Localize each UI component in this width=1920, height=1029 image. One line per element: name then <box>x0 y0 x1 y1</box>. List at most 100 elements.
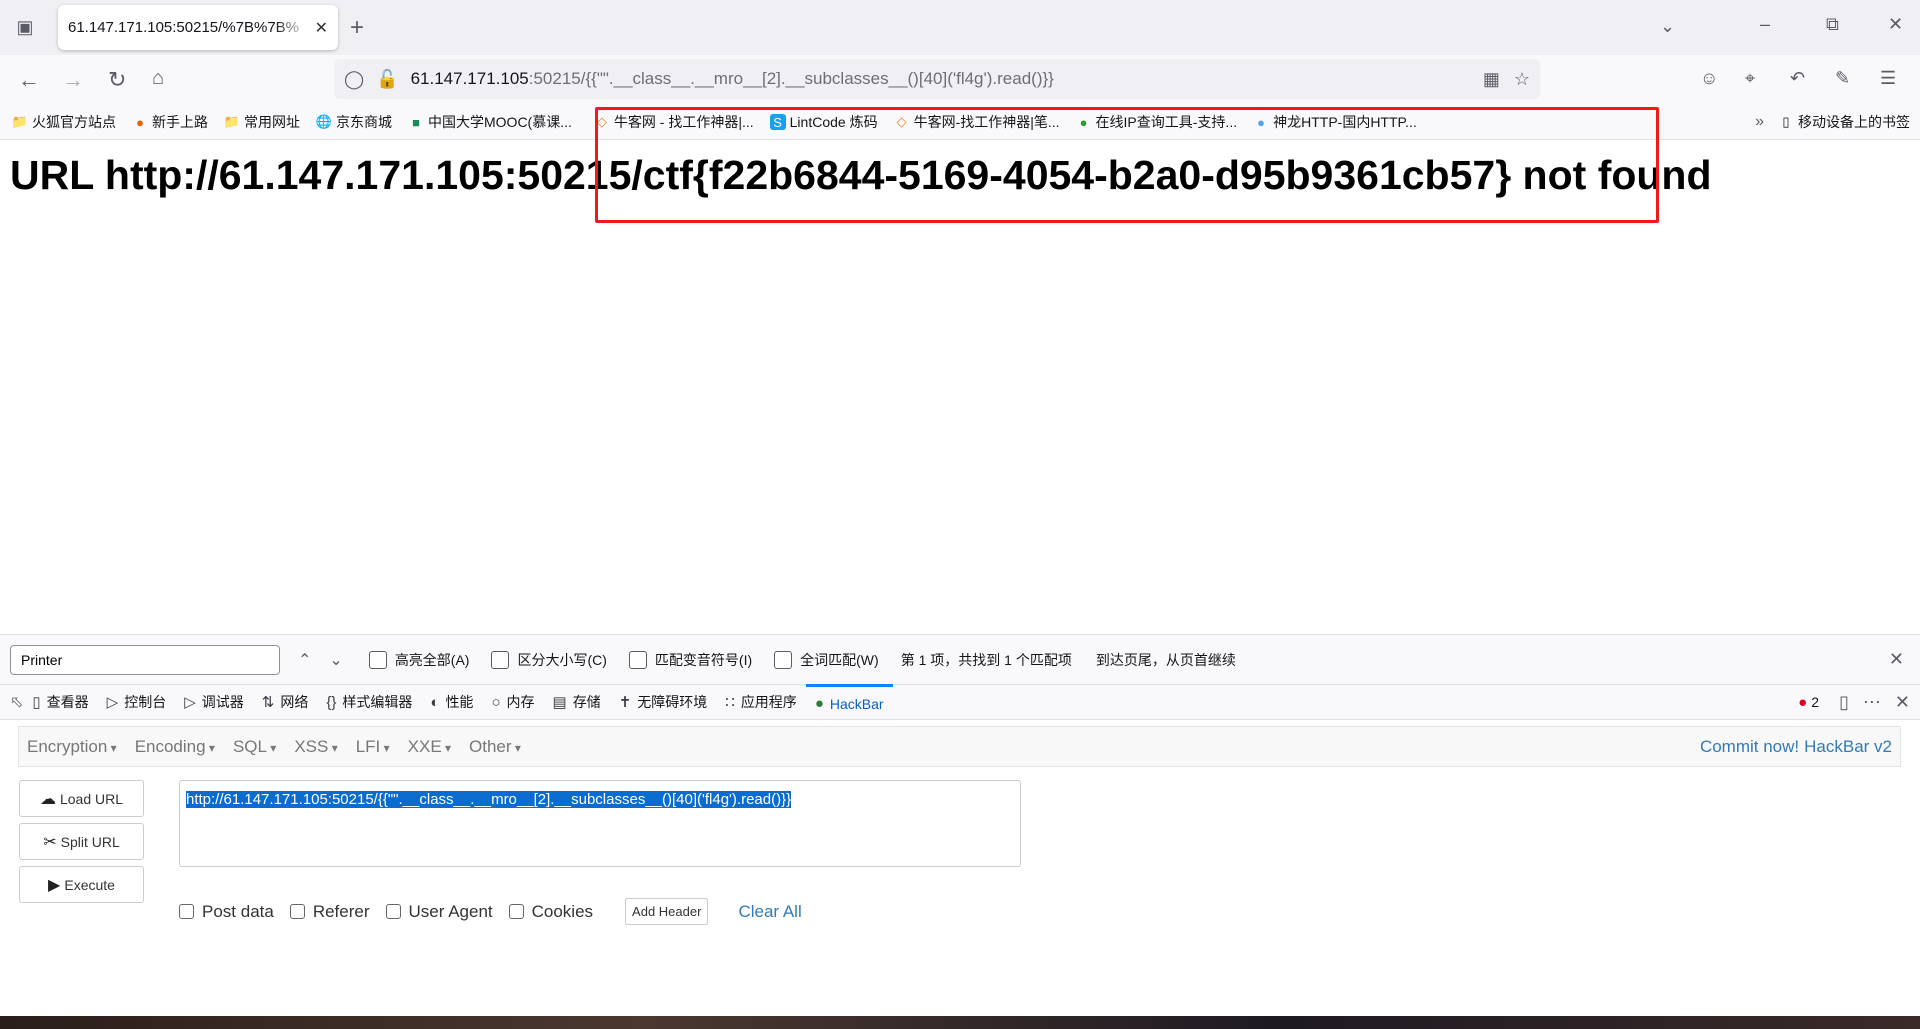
url-textarea[interactable]: http://61.147.171.105:50215/{{"".__class… <box>179 780 1021 867</box>
address-bar[interactable]: ◯ 🔓 61.147.171.105:50215/{{"".__class__.… <box>334 59 1540 99</box>
clear-all-link[interactable]: Clear All <box>738 902 801 922</box>
dock-icon[interactable]: ▯ <box>1839 692 1849 713</box>
memory-icon: ○ <box>491 693 501 711</box>
cloud-download-icon: ☁ <box>39 790 56 808</box>
firefox-icon: ● <box>136 114 144 130</box>
user-agent-checkbox[interactable]: User Agent <box>385 902 493 922</box>
minimize-icon[interactable]: – <box>1760 14 1770 35</box>
post-data-checkbox[interactable]: Post data <box>179 902 274 922</box>
devtools-tab[interactable]: ▷ 调试器 <box>175 684 253 720</box>
folder-icon: 📁 <box>11 114 29 129</box>
nav-bar: ← → ↻ ⌂ ◯ 🔓 61.147.171.105:50215/{{"".__… <box>0 55 1920 105</box>
tab-title: 61.147.171.105:50215/%7B%7B% <box>68 19 300 36</box>
devtools-tab-hackbar[interactable]: ● HackBar <box>805 684 893 720</box>
split-url-button[interactable]: ✂ Split URL <box>19 823 144 860</box>
insecure-lock-icon[interactable]: 🔓 <box>376 69 398 90</box>
execute-button[interactable]: ▶ Execute <box>19 866 144 903</box>
url-value: http://61.147.171.105:50215/{{"".__class… <box>186 791 792 808</box>
console-icon: ▷ <box>106 694 119 711</box>
devtools-toolbar: ⬁ ▯ 查看器 ▷ 控制台 ▷ 调试器 ⇅ 网络 {} 样式编辑器 ◐ 性能 ○ 内存 ▤ 存储… <box>0 684 1920 720</box>
devtools-tab[interactable]: ▤ 存储 <box>544 684 610 720</box>
back-icon[interactable]: ← <box>18 67 40 93</box>
tab-list-icon[interactable]: ▣ <box>14 16 36 38</box>
bookmark[interactable]: ■ 中国大学MOOC(慕课... <box>408 112 572 132</box>
menu-encoding[interactable]: Encoding <box>135 737 215 757</box>
menu-icon[interactable]: ☰ <box>1880 68 1896 89</box>
star-icon[interactable]: ☆ <box>1514 69 1530 90</box>
find-bar: ⌃ ⌄ 高亮全部(A) 区分大小写(C) 匹配变音符号(I) 全词匹配(W) 第… <box>0 634 1920 684</box>
close-window-icon[interactable]: ✕ <box>1888 14 1903 35</box>
find-wrap-status: 到达页尾，从页首继续 <box>1095 651 1236 668</box>
account-icon[interactable]: ☺ <box>1700 68 1718 89</box>
find-input[interactable] <box>10 644 280 675</box>
devtools-tab[interactable]: ⇅ 网络 <box>253 684 318 720</box>
folder-icon: 📁 <box>223 114 241 129</box>
menu-lfi[interactable]: LFI <box>356 737 390 757</box>
hackbar-icon: ● <box>814 695 824 712</box>
highlight-all-checkbox[interactable]: 高亮全部(A) <box>368 650 469 670</box>
commit-link[interactable]: Commit now! <box>1700 737 1799 757</box>
home-icon[interactable]: ⌂ <box>152 67 164 90</box>
whole-words-checkbox[interactable]: 全词匹配(W) <box>774 650 879 670</box>
bookmark[interactable]: 📁 火狐官方站点 <box>12 112 116 132</box>
storage-icon: ▤ <box>552 694 567 711</box>
bookmark[interactable]: ● 新手上路 <box>132 112 208 132</box>
error-icon[interactable]: ● <box>1798 694 1807 711</box>
devtools-tab[interactable]: ○ 内存 <box>482 684 543 720</box>
mobile-bookmarks[interactable]: ▯ 移动设备上的书签 <box>1778 112 1910 132</box>
more-bookmarks-icon[interactable]: » <box>1755 113 1764 131</box>
extensions-icon[interactable]: ✎ <box>1835 68 1850 89</box>
inspector-icon: ▯ <box>32 694 41 711</box>
new-tab-icon[interactable]: + <box>350 14 364 42</box>
referer-checkbox[interactable]: Referer <box>289 902 370 922</box>
menu-xxe[interactable]: XXE <box>408 737 451 757</box>
match-diacritics-checkbox[interactable]: 匹配变音符号(I) <box>628 650 752 670</box>
bookmark[interactable]: 📁 常用网址 <box>224 112 300 132</box>
menu-xss[interactable]: XSS <box>294 737 337 757</box>
reload-icon[interactable]: ↻ <box>108 67 126 93</box>
globe-icon: 🌐 <box>315 114 333 129</box>
url-path: :50215/{{"".__class__.__mro__[2].__subcl… <box>528 69 1054 88</box>
close-find-icon[interactable]: ✕ <box>1889 649 1904 670</box>
hackbar-version: HackBar v2 <box>1804 736 1892 756</box>
hackbar-options: Post data Referer User Agent Cookies Add… <box>179 898 802 925</box>
forward-icon[interactable]: → <box>62 67 84 93</box>
more-options-icon[interactable]: ⋯ <box>1863 692 1881 713</box>
devtools-tab[interactable]: ▯ 查看器 <box>23 684 97 720</box>
crop-icon[interactable]: ⌖ <box>1745 68 1755 89</box>
shield-icon[interactable]: ◯ <box>344 69 364 90</box>
cookies-checkbox[interactable]: Cookies <box>508 902 593 922</box>
restore-icon[interactable]: ⧉ <box>1826 14 1839 35</box>
chevron-down-icon[interactable]: ⌄ <box>1660 16 1675 37</box>
pick-element-icon[interactable]: ⬁ <box>10 692 23 712</box>
mooc-icon: ■ <box>412 114 420 130</box>
close-devtools-icon[interactable]: ✕ <box>1895 692 1910 713</box>
undo-icon[interactable]: ↶ <box>1790 68 1805 89</box>
find-next-icon[interactable]: ⌄ <box>329 650 342 670</box>
error-count[interactable]: 2 <box>1811 694 1819 710</box>
devtools-tab[interactable]: ∷ 应用程序 <box>716 684 806 720</box>
close-tab-icon[interactable]: ✕ <box>315 18 328 38</box>
bookmark[interactable]: 🌐 京东商城 <box>316 112 392 132</box>
play-icon: ▶ <box>48 876 61 894</box>
style-editor-icon: {} <box>326 693 337 711</box>
scissors-icon: ✂ <box>43 833 57 851</box>
devtools-tab[interactable]: {} 样式编辑器 <box>317 684 421 720</box>
devtools-tab[interactable]: ▷ 控制台 <box>98 684 176 720</box>
find-previous-icon[interactable]: ⌃ <box>298 650 311 670</box>
devtools-tab[interactable]: ✝ 无障碍环境 <box>610 684 717 720</box>
menu-encryption[interactable]: Encryption <box>27 737 117 757</box>
accessibility-icon: ✝ <box>618 694 632 711</box>
devtools-tab[interactable]: ◐ 性能 <box>421 684 482 720</box>
load-url-button[interactable]: ☁ Load URL <box>19 780 144 817</box>
menu-sql[interactable]: SQL <box>233 737 276 757</box>
add-header-button[interactable]: Add Header <box>625 898 709 925</box>
menu-other[interactable]: Other <box>469 737 521 757</box>
qr-code-icon[interactable]: ▦ <box>1483 69 1500 90</box>
match-case-checkbox[interactable]: 区分大小写(C) <box>491 650 607 670</box>
tab-active[interactable]: 61.147.171.105:50215/%7B%7B% ✕ <box>58 5 338 50</box>
annotation-box <box>595 107 1659 223</box>
debugger-icon: ▷ <box>184 694 196 711</box>
desktop-background-strip <box>0 1016 1920 1029</box>
hackbar-menu: Encryption Encoding SQL XSS LFI XXE Othe… <box>18 726 1901 767</box>
